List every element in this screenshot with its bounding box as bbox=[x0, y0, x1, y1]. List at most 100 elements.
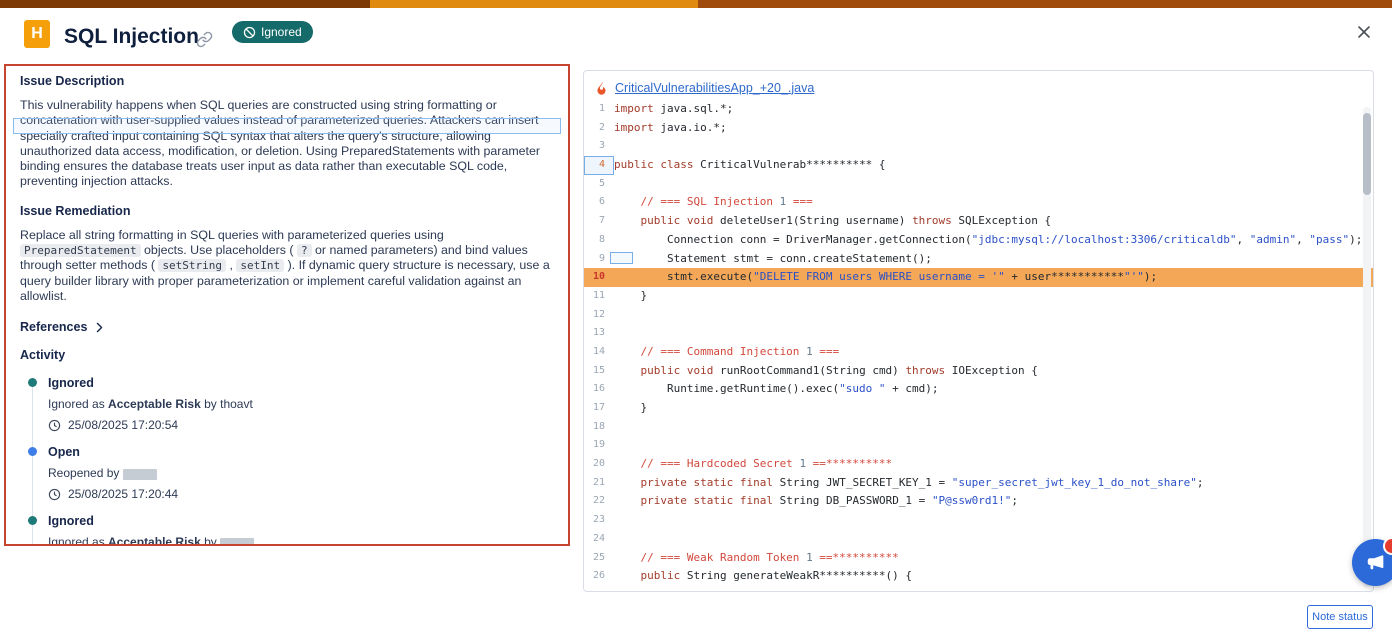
line-number: 25 bbox=[584, 549, 614, 568]
code-text: public void runRootCommand1(String cmd) … bbox=[614, 362, 1038, 381]
code-line: 24 bbox=[584, 530, 1373, 549]
code-line: 16 Runtime.getRuntime().exec("sudo " + c… bbox=[584, 380, 1373, 399]
stripe-segment-left bbox=[0, 0, 370, 8]
code-line: 14 // === Command Injection 1 === bbox=[584, 343, 1373, 362]
inline-code-chip: ? bbox=[297, 244, 312, 257]
code-text: Runtime.getRuntime().exec("sudo " + cmd)… bbox=[614, 380, 939, 399]
code-text: // === Hardcoded Secret 1 ==********** bbox=[614, 455, 892, 474]
close-icon[interactable] bbox=[1356, 24, 1372, 40]
inline-code-chip: PreparedStatement bbox=[20, 244, 141, 257]
line-number: 17 bbox=[584, 399, 614, 418]
code-line: 18 bbox=[584, 418, 1373, 437]
line-number: 5 bbox=[584, 175, 614, 194]
activity-timeline: IgnoredIgnored as Acceptable Risk by tho… bbox=[28, 376, 554, 546]
activity-status-label: Ignored bbox=[48, 514, 554, 528]
line-number: 12 bbox=[584, 306, 614, 325]
code-line: 13 bbox=[584, 324, 1373, 343]
code-line: 2import java.io.*; bbox=[584, 119, 1373, 138]
code-text: public String generateWeakR**********() … bbox=[614, 567, 912, 586]
line-number: 3 bbox=[584, 137, 614, 156]
flame-icon bbox=[594, 80, 609, 95]
code-text: private static final String JWT_SECRET_K… bbox=[614, 474, 1203, 493]
line-number: 4 bbox=[584, 156, 614, 175]
issue-remediation-heading: Issue Remediation bbox=[20, 204, 554, 218]
clock-icon bbox=[48, 488, 61, 501]
code-text: // === Command Injection 1 === bbox=[614, 343, 839, 362]
activity-item: Open Reopened by 25/08/2025 17:20:44 bbox=[28, 445, 554, 501]
code-text: // === SQL Injection 1 === bbox=[614, 193, 813, 212]
status-badge-label: Ignored bbox=[261, 25, 302, 39]
inline-code-chip: setString bbox=[158, 259, 226, 272]
app-logo-letter: H bbox=[31, 25, 43, 43]
remediation-text: Replace all string formatting in SQL que… bbox=[20, 228, 554, 304]
header: H SQL Injection Ignored bbox=[0, 8, 1392, 64]
code-text: } bbox=[614, 287, 647, 306]
activity-status-dot bbox=[28, 378, 37, 387]
code-scrollbar-thumb[interactable] bbox=[1363, 113, 1371, 195]
ban-icon bbox=[243, 26, 256, 39]
line-number: 9 bbox=[584, 250, 614, 269]
code-text: import java.io.*; bbox=[614, 119, 727, 138]
activity-detail: Reopened by bbox=[48, 466, 554, 480]
activity-status-label: Open bbox=[48, 445, 554, 459]
code-line: 23 bbox=[584, 511, 1373, 530]
activity-timestamp: 25/08/2025 17:20:44 bbox=[48, 487, 554, 501]
code-line: 5 bbox=[584, 175, 1373, 194]
line-number: 13 bbox=[584, 324, 614, 343]
activity-item: IgnoredIgnored as Acceptable Risk by tho… bbox=[28, 376, 554, 432]
code-text: public class CriticalVulnerab********** … bbox=[614, 156, 886, 175]
references-label: References bbox=[20, 320, 87, 334]
code-line: 11 } bbox=[584, 287, 1373, 306]
code-line: 20 // === Hardcoded Secret 1 ==*********… bbox=[584, 455, 1373, 474]
issue-description-heading: Issue Description bbox=[20, 74, 554, 88]
line-number: 21 bbox=[584, 474, 614, 493]
references-toggle[interactable]: References bbox=[20, 320, 105, 334]
activity-status-dot bbox=[28, 447, 37, 456]
code-line: 12 bbox=[584, 306, 1373, 325]
clock-icon bbox=[48, 419, 61, 432]
code-line: 15 public void runRootCommand1(String cm… bbox=[584, 362, 1373, 381]
line-number: 26 bbox=[584, 567, 614, 586]
issue-details-panel: Issue Description This vulnerability hap… bbox=[4, 64, 570, 546]
line-number: 23 bbox=[584, 511, 614, 530]
code-text: Statement stmt = conn.createStatement(); bbox=[614, 250, 932, 269]
copy-link-icon[interactable] bbox=[196, 31, 213, 48]
code-line: 26 public String generateWeakR**********… bbox=[584, 567, 1373, 586]
code-line: 17 } bbox=[584, 399, 1373, 418]
code-line: 4public class CriticalVulnerab**********… bbox=[584, 156, 1373, 175]
line-number: 10 bbox=[584, 268, 614, 287]
code-text: import java.sql.*; bbox=[614, 100, 733, 119]
redacted-username bbox=[123, 469, 157, 480]
code-text: } bbox=[614, 399, 647, 418]
app-logo: H bbox=[24, 20, 50, 48]
activity-detail: Ignored as Acceptable Risk by bbox=[48, 535, 554, 546]
line-number: 20 bbox=[584, 455, 614, 474]
code-scrollbar[interactable] bbox=[1363, 107, 1371, 587]
status-badge[interactable]: Ignored bbox=[232, 21, 313, 43]
code-filename-link[interactable]: CriticalVulnerabilitiesApp_+20_.java bbox=[615, 81, 814, 95]
line-number: 22 bbox=[584, 492, 614, 511]
note-status-button[interactable]: Note status bbox=[1307, 605, 1373, 629]
page-title: SQL Injection bbox=[64, 25, 199, 49]
code-text: private static final String DB_PASSWORD_… bbox=[614, 492, 1018, 511]
code-viewer-panel: CriticalVulnerabilitiesApp_+20_.java 1im… bbox=[583, 70, 1374, 592]
line-number: 1 bbox=[584, 100, 614, 119]
code-line: 19 bbox=[584, 436, 1373, 455]
code-line-highlighted: 10 stmt.execute("DELETE FROM users WHERE… bbox=[584, 268, 1373, 287]
code-line: 1import java.sql.*; bbox=[584, 100, 1373, 119]
line-number: 2 bbox=[584, 119, 614, 138]
activity-timestamp: 25/08/2025 17:20:54 bbox=[48, 418, 554, 432]
stripe-segment-bright bbox=[370, 0, 698, 8]
code-text: // === Weak Random Token 1 ==********** bbox=[614, 549, 899, 568]
code-text: stmt.execute("DELETE FROM users WHERE us… bbox=[614, 268, 1157, 287]
code-editor: 1import java.sql.*;2import java.io.*;34p… bbox=[584, 100, 1373, 586]
code-line: 22 private static final String DB_PASSWO… bbox=[584, 492, 1373, 511]
code-line: 9 Statement stmt = conn.createStatement(… bbox=[584, 250, 1373, 269]
code-line: 8 Connection conn = DriverManager.getCon… bbox=[584, 231, 1373, 250]
line-number: 14 bbox=[584, 343, 614, 362]
line-number: 15 bbox=[584, 362, 614, 381]
megaphone-icon bbox=[1365, 552, 1387, 574]
issue-description-text: This vulnerability happens when SQL quer… bbox=[20, 98, 554, 190]
line-number: 6 bbox=[584, 193, 614, 212]
code-line: 21 private static final String JWT_SECRE… bbox=[584, 474, 1373, 493]
